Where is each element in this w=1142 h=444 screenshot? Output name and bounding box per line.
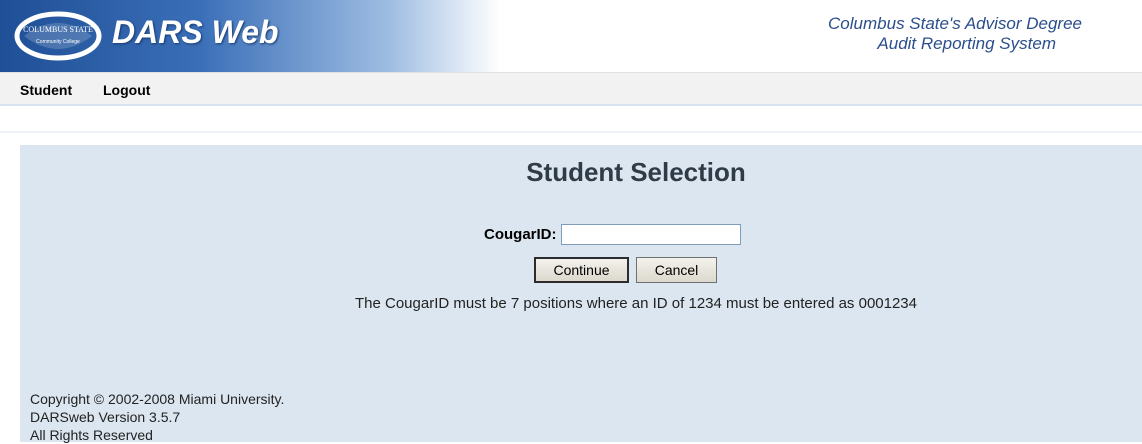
version-text: DARSweb Version 3.5.7 (30, 409, 181, 425)
student-selection-panel: Student Selection CougarID: Continue Can… (20, 145, 1142, 444)
cougar-id-row: CougarID: (484, 222, 741, 246)
action-buttons: Continue Cancel (534, 257, 717, 283)
nav-student-link[interactable]: Student (20, 82, 72, 98)
id-format-hint: The CougarID must be 7 positions where a… (354, 295, 917, 312)
cancel-button[interactable]: Cancel (636, 257, 717, 283)
logo-top-text: COLUMBUS STATE (23, 25, 93, 34)
app-header: COLUMBUS STATE Community College DARS We… (0, 0, 1142, 72)
continue-button[interactable]: Continue (534, 257, 629, 283)
page-title: Student Selection (526, 157, 746, 187)
cs-logo: COLUMBUS STATE Community College (14, 11, 102, 61)
subtitle-line-2: Audit Reporting System (877, 34, 1056, 53)
app-title: DARS Web (112, 14, 279, 50)
app-subtitle: Columbus State's Advisor Degree Audit Re… (782, 14, 1082, 54)
cougar-id-label: CougarID: (484, 225, 557, 243)
logo-bottom-text: Community College (36, 39, 80, 45)
copyright-text: Copyright © 2002-2008 Miami University. (30, 391, 285, 407)
footer: Copyright © 2002-2008 Miami University. … (30, 390, 284, 444)
cougar-id-input[interactable] (560, 223, 741, 245)
header-banner: COLUMBUS STATE Community College DARS We… (0, 0, 500, 72)
nav-bar: Student Logout (0, 72, 1142, 106)
divider (0, 131, 1142, 133)
nav-logout-link[interactable]: Logout (103, 82, 150, 98)
rights-text: All Rights Reserved (30, 427, 153, 443)
subtitle-line-1: Columbus State's Advisor Degree (828, 14, 1082, 33)
